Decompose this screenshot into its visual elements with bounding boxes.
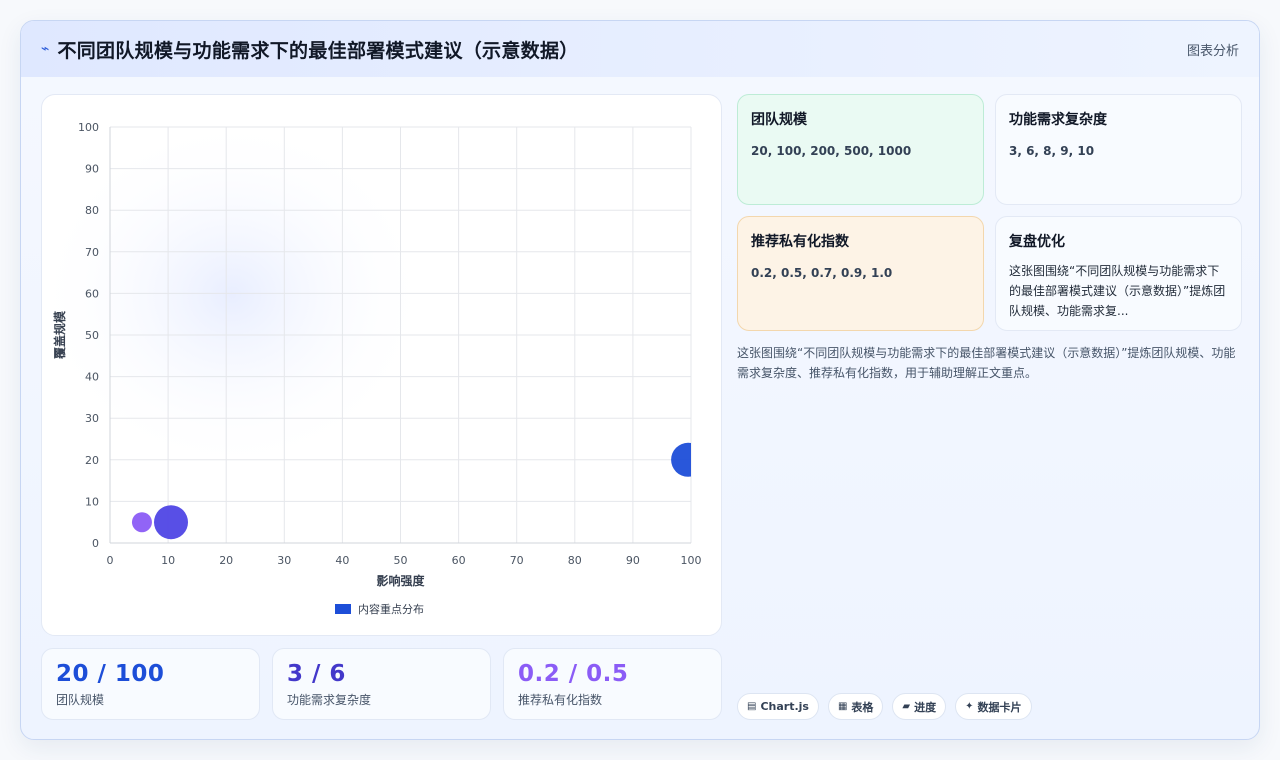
info-card-value: 3, 6, 8, 9, 10 xyxy=(1009,144,1095,158)
x-tick-label: 100 xyxy=(681,554,702,567)
x-tick-label: 20 xyxy=(219,554,233,567)
y-tick-label: 60 xyxy=(85,287,99,300)
progress-icon: ▰ xyxy=(902,701,911,712)
info-card-value: 这张图围绕“不同团队规模与功能需求下的最佳部署模式建议（示意数据）”提炼团队规模… xyxy=(1009,264,1226,318)
stat-label: 推荐私有化指数 xyxy=(518,693,603,707)
x-tick-label: 70 xyxy=(510,554,524,567)
info-card-title: 复盘优化 xyxy=(1009,234,1065,250)
bubble-chart: 0 10 20 30 40 50 60 70 80 90 100 0 10 20 30 40 50 60 70 80 9… xyxy=(42,115,702,616)
stat-value: 3 / 6 xyxy=(287,661,346,687)
sparkle-icon: ✦ xyxy=(965,701,974,712)
x-tick-label: 0 xyxy=(107,554,114,567)
card-header: ⌁ 不同团队规模与功能需求下的最佳部署模式建议（示意数据） 图表分析 xyxy=(21,21,1259,77)
info-card-title: 功能需求复杂度 xyxy=(1009,112,1107,128)
x-tick-label: 40 xyxy=(335,554,349,567)
stat-label: 功能需求复杂度 xyxy=(287,693,372,707)
y-tick-label: 10 xyxy=(85,495,99,508)
report-card: ⌁ 不同团队规模与功能需求下的最佳部署模式建议（示意数据） 图表分析 0 10 20… xyxy=(20,20,1260,740)
bubble-point xyxy=(131,512,152,533)
y-tick-label: 70 xyxy=(85,246,99,259)
table-icon: ▦ xyxy=(837,701,848,712)
stat-value: 20 / 100 xyxy=(56,661,165,687)
y-tick-label: 90 xyxy=(85,163,99,176)
stat-label: 团队规模 xyxy=(56,693,105,707)
x-tick-label: 10 xyxy=(161,554,175,567)
stat-value: 0.2 / 0.5 xyxy=(518,661,629,687)
y-tick-label: 30 xyxy=(85,412,99,425)
stat-card-team-size: 20 / 100 团队规模 xyxy=(41,648,260,720)
y-tick-label: 100 xyxy=(78,121,99,134)
x-axis-label: 影响强度 xyxy=(376,573,425,588)
legend-label: 内容重点分布 xyxy=(358,602,424,616)
chart-summary: 这张图围绕“不同团队规模与功能需求下的最佳部署模式建议（示意数据）”提炼团队规模… xyxy=(737,346,1236,380)
x-tick-label: 50 xyxy=(394,554,408,567)
stat-card-complexity: 3 / 6 功能需求复杂度 xyxy=(272,648,491,720)
x-tick-label: 30 xyxy=(277,554,291,567)
y-tick-label: 80 xyxy=(85,204,99,217)
page-title: 不同团队规模与功能需求下的最佳部署模式建议（示意数据） xyxy=(57,39,579,62)
y-tick-label: 40 xyxy=(85,371,99,384)
lightning-icon: ⌁ xyxy=(41,41,50,57)
chart-panel: 0 10 20 30 40 50 60 70 80 90 100 0 10 20 30 40 50 60 70 80 9… xyxy=(41,94,722,636)
chip-label: 进度 xyxy=(914,700,937,714)
tech-chips: ▤ Chart.js ▦ 表格 ▰ 进度 ✦ 数据卡片 xyxy=(737,693,1032,720)
y-tick-label: 20 xyxy=(85,454,99,467)
x-tick-label: 80 xyxy=(568,554,582,567)
stat-card-private-index: 0.2 / 0.5 推荐私有化指数 xyxy=(503,648,722,720)
header-tag: 图表分析 xyxy=(1186,43,1239,59)
chip-label: 表格 xyxy=(851,700,874,714)
info-card-complexity: 功能需求复杂度 3, 6, 8, 9, 10 xyxy=(995,94,1242,205)
info-card-private-index: 推荐私有化指数 0.2, 0.5, 0.7, 0.9, 1.0 xyxy=(737,216,984,331)
chip-data-card[interactable]: ✦ 数据卡片 xyxy=(955,693,1032,720)
x-tick-label: 60 xyxy=(452,554,466,567)
chip-chartjs[interactable]: ▤ Chart.js xyxy=(737,693,819,720)
info-card-team-size: 团队规模 20, 100, 200, 500, 1000 xyxy=(737,94,984,205)
chip-label: Chart.js xyxy=(760,700,809,713)
chip-progress[interactable]: ▰ 进度 xyxy=(892,693,947,720)
info-card-title: 团队规模 xyxy=(751,112,807,128)
info-card-value: 20, 100, 200, 500, 1000 xyxy=(751,144,912,158)
bubble-point xyxy=(154,505,189,540)
info-card-value: 0.2, 0.5, 0.7, 0.9, 1.0 xyxy=(751,266,893,280)
info-card-review: 复盘优化 这张图围绕“不同团队规模与功能需求下的最佳部署模式建议（示意数据）”提… xyxy=(995,216,1242,331)
y-tick-label: 0 xyxy=(92,537,99,550)
y-tick-label: 50 xyxy=(85,329,99,342)
chip-label: 数据卡片 xyxy=(977,700,1022,714)
bubble-point xyxy=(671,442,691,477)
chip-table[interactable]: ▦ 表格 xyxy=(827,693,884,720)
info-card-title: 推荐私有化指数 xyxy=(751,234,849,250)
legend-swatch xyxy=(335,604,351,614)
y-axis-label: 覆盖规模 xyxy=(52,310,67,360)
chart-icon: ▤ xyxy=(747,701,757,712)
x-tick-label: 90 xyxy=(626,554,640,567)
